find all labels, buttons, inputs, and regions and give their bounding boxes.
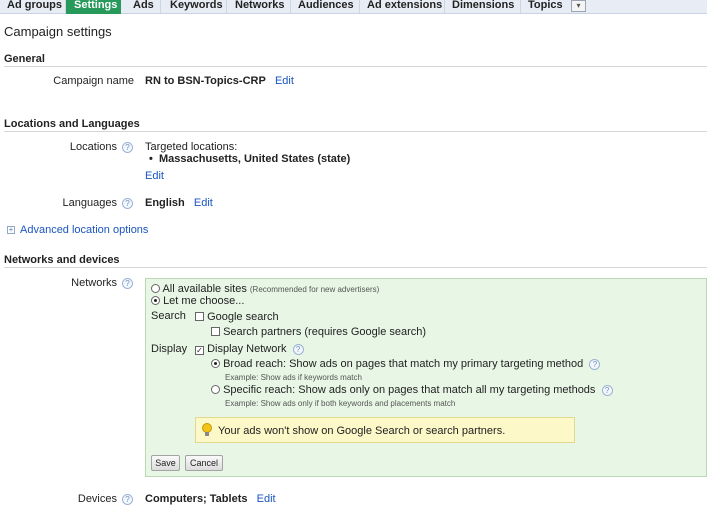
display-network-option[interactable]: ✓ Display Network ? [195,343,304,355]
save-button[interactable]: Save [151,455,180,471]
section-heading-locations-languages: Locations and Languages [4,118,140,130]
tab-ad-groups[interactable]: Ad groups [7,0,62,14]
display-section-label: Display [151,343,188,355]
bullet-icon: • [149,153,153,165]
lightbulb-icon [202,423,212,436]
google-search-option[interactable]: Google search [195,311,279,323]
advanced-location-options-link[interactable]: Advanced location options [20,224,148,236]
tab-divider [290,0,291,13]
display-network-help-icon[interactable]: ? [292,344,304,355]
languages-help-icon[interactable]: ? [122,198,133,209]
broad-reach-example: Example: Show ads if keywords match [225,373,362,382]
specific-reach-help-icon[interactable]: ? [601,385,613,396]
display-network-checkbox[interactable]: ✓ [195,346,204,355]
google-search-checkbox[interactable] [195,312,204,321]
section-divider [4,267,707,268]
cancel-button[interactable]: Cancel [185,455,223,471]
all-sites-option[interactable]: All available sites (Recommended for new… [151,283,379,295]
tab-settings[interactable]: Settings [66,0,121,14]
broad-reach-label: Broad reach: Show ads on pages that matc… [223,358,584,370]
warning-text: Your ads won't show on Google Search or … [218,425,506,437]
tab-audiences[interactable]: Audiences [298,0,354,14]
locations-help-icon[interactable]: ? [122,142,133,153]
tab-dimensions[interactable]: Dimensions [452,0,514,14]
targeted-locations-label: Targeted locations: [145,141,238,153]
networks-label: Networks [71,277,117,289]
tab-divider [160,0,161,13]
languages-label: Languages [62,197,117,209]
section-divider [4,66,707,67]
search-partners-checkbox[interactable] [211,327,220,336]
devices-help-icon[interactable]: ? [122,494,133,505]
more-tabs-dropdown-icon[interactable]: ▾ [571,0,586,12]
search-partners-option[interactable]: Search partners (requires Google search) [211,326,426,338]
campaign-name-row: RN to BSN-Topics-CRP Edit [145,75,294,87]
tab-divider [520,0,521,13]
tab-keywords[interactable]: Keywords [170,0,223,14]
devices-label: Devices [77,493,117,505]
search-partners-label: Search partners (requires Google search) [223,326,427,338]
devices-row: Computers; Tablets Edit [145,493,276,505]
campaign-name-label: Campaign name [53,75,134,87]
let-me-choose-radio[interactable] [151,296,160,305]
section-heading-networks-devices: Networks and devices [4,254,120,266]
tab-ad-extensions[interactable]: Ad extensions [367,0,442,14]
page-title: Campaign settings [4,24,112,39]
section-heading-general: General [4,53,45,65]
tab-topics[interactable]: Topics [528,0,563,14]
expand-icon[interactable]: + [7,226,15,234]
networks-help-icon[interactable]: ? [122,278,133,289]
languages-edit-link[interactable]: Edit [194,197,213,209]
devices-edit-link[interactable]: Edit [257,493,276,505]
broad-reach-help-icon[interactable]: ? [589,359,601,370]
tab-divider [359,0,360,13]
let-me-choose-option[interactable]: Let me choose... [151,295,244,307]
warning-message: Your ads won't show on Google Search or … [195,417,575,443]
display-network-label: Display Network [207,343,287,355]
all-sites-radio[interactable] [151,284,160,293]
broad-reach-radio[interactable] [211,359,220,368]
all-sites-label: All available sites [162,283,247,295]
devices-value: Computers; Tablets [145,493,248,505]
specific-reach-radio[interactable] [211,385,220,394]
tab-divider [444,0,445,13]
tab-ads[interactable]: Ads [133,0,154,14]
search-section-label: Search [151,310,186,322]
google-search-label: Google search [207,311,279,323]
tab-bar: Ad groups Settings Ads Keywords Networks… [0,0,707,14]
specific-reach-example: Example: Show ads only if both keywords … [225,399,456,408]
targeted-location-value: Massachusetts, United States (state) [158,153,351,165]
campaign-name-edit-link[interactable]: Edit [275,75,294,87]
broad-reach-option[interactable]: Broad reach: Show ads on pages that matc… [211,358,601,370]
languages-row: English Edit [145,197,213,209]
section-divider [4,131,707,132]
specific-reach-label: Specific reach: Show ads only on pages t… [223,384,596,396]
locations-edit-link[interactable]: Edit [145,170,164,182]
targeted-location-item: • Massachusetts, United States (state) [149,153,350,165]
campaign-name-value: RN to BSN-Topics-CRP [145,75,266,87]
specific-reach-option[interactable]: Specific reach: Show ads only on pages t… [211,384,613,396]
locations-label: Locations [69,141,117,153]
all-sites-note: (Recommended for new advertisers) [249,285,380,294]
language-value: English [145,197,185,209]
tab-divider [226,0,227,13]
tab-networks[interactable]: Networks [235,0,285,14]
let-me-choose-label: Let me choose... [163,295,245,307]
